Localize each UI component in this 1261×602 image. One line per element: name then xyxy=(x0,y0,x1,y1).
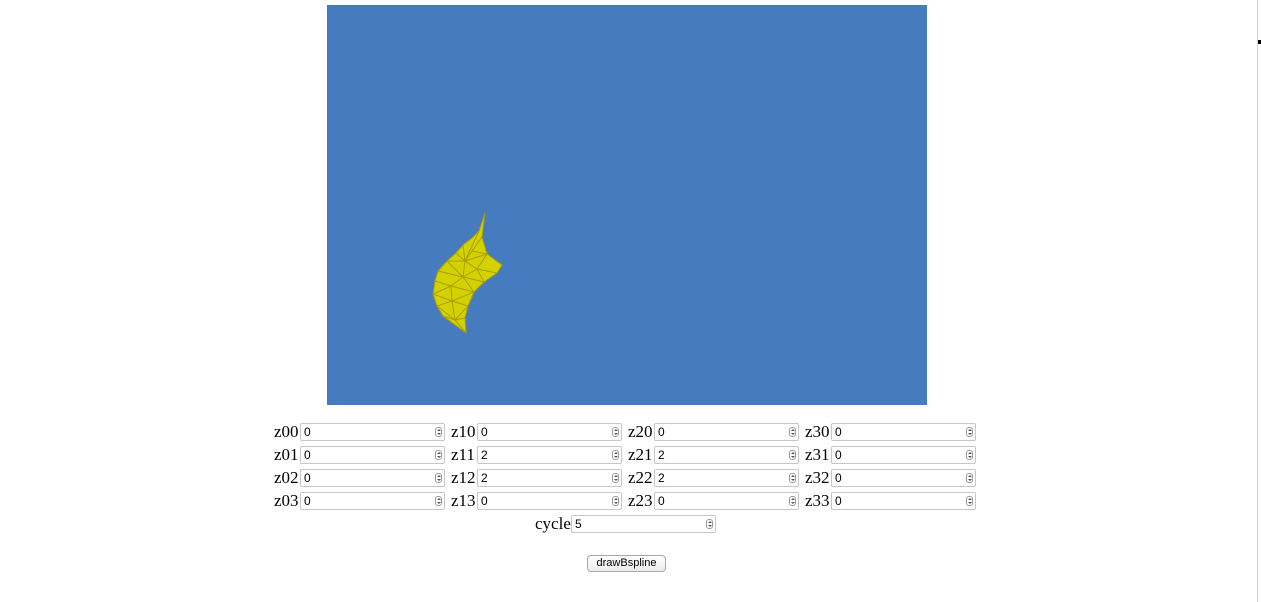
control-point-input[interactable]: 0 xyxy=(654,423,799,441)
webgl-canvas[interactable] xyxy=(327,5,927,405)
spinner-icon[interactable] xyxy=(966,496,973,506)
control-point-input[interactable]: 0 xyxy=(831,469,976,487)
bspline-surface-render xyxy=(432,212,503,335)
control-point-label: z13 xyxy=(451,491,476,510)
control-point-value: 0 xyxy=(304,425,311,439)
control-point-value: 2 xyxy=(658,448,665,462)
control-point-input[interactable]: 0 xyxy=(831,446,976,464)
control-point-input[interactable]: 0 xyxy=(300,492,445,510)
cycle-value: 5 xyxy=(575,517,582,531)
bspline-surface xyxy=(432,212,503,335)
control-point-label: z30 xyxy=(805,422,830,441)
control-point-value: 0 xyxy=(481,494,488,508)
spinner-icon[interactable] xyxy=(435,427,442,437)
control-point-input[interactable]: 0 xyxy=(477,423,622,441)
control-point-label: z31 xyxy=(805,445,830,464)
control-point-value: 2 xyxy=(658,471,665,485)
spinner-icon[interactable] xyxy=(706,519,713,529)
control-point-label: z11 xyxy=(451,445,475,464)
spinner-icon[interactable] xyxy=(789,473,796,483)
control-point-label: z01 xyxy=(274,445,299,464)
spinner-icon[interactable] xyxy=(966,450,973,460)
spinner-icon[interactable] xyxy=(435,450,442,460)
control-point-input[interactable]: 2 xyxy=(477,469,622,487)
control-point-value: 0 xyxy=(304,494,311,508)
cycle-input[interactable]: 5 xyxy=(571,515,716,533)
control-point-input[interactable]: 0 xyxy=(300,423,445,441)
control-point-input[interactable]: 0 xyxy=(654,492,799,510)
control-point-label: z12 xyxy=(451,468,476,487)
control-point-value: 2 xyxy=(481,471,488,485)
control-point-label: z22 xyxy=(628,468,653,487)
control-point-label: z02 xyxy=(274,468,299,487)
draw-bspline-button[interactable]: drawBspline xyxy=(587,555,666,572)
control-point-label: z33 xyxy=(805,491,830,510)
spinner-icon[interactable] xyxy=(612,473,619,483)
control-point-value: 0 xyxy=(835,425,842,439)
spinner-icon[interactable] xyxy=(789,496,796,506)
control-point-input[interactable]: 0 xyxy=(831,423,976,441)
spinner-icon[interactable] xyxy=(612,450,619,460)
spinner-icon[interactable] xyxy=(612,496,619,506)
control-point-value: 0 xyxy=(835,471,842,485)
spinner-icon[interactable] xyxy=(789,450,796,460)
control-point-value: 2 xyxy=(481,448,488,462)
control-point-value: 0 xyxy=(658,425,665,439)
control-point-value: 0 xyxy=(658,494,665,508)
control-point-value: 0 xyxy=(835,494,842,508)
control-point-value: 0 xyxy=(835,448,842,462)
cycle-label: cycle xyxy=(535,514,571,533)
control-point-value: 0 xyxy=(304,471,311,485)
spinner-icon[interactable] xyxy=(966,427,973,437)
control-point-label: z21 xyxy=(628,445,653,464)
control-point-input[interactable]: 0 xyxy=(300,469,445,487)
spinner-icon[interactable] xyxy=(435,473,442,483)
control-point-input[interactable]: 0 xyxy=(831,492,976,510)
control-point-label: z32 xyxy=(805,468,830,487)
control-point-input[interactable]: 2 xyxy=(654,446,799,464)
surface-fill xyxy=(432,212,503,335)
control-point-input[interactable]: 0 xyxy=(300,446,445,464)
spinner-icon[interactable] xyxy=(789,427,796,437)
control-point-input[interactable]: 0 xyxy=(477,492,622,510)
control-point-label: z00 xyxy=(274,422,299,441)
spinner-icon[interactable] xyxy=(435,496,442,506)
control-point-label: z03 xyxy=(274,491,299,510)
control-point-value: 0 xyxy=(481,425,488,439)
control-point-label: z20 xyxy=(628,422,653,441)
spinner-icon[interactable] xyxy=(966,473,973,483)
control-point-input[interactable]: 2 xyxy=(477,446,622,464)
control-point-label: z10 xyxy=(451,422,476,441)
control-point-label: z23 xyxy=(628,491,653,510)
control-point-input[interactable]: 2 xyxy=(654,469,799,487)
page-edge-divider xyxy=(1257,0,1258,602)
control-point-value: 0 xyxy=(304,448,311,462)
spinner-icon[interactable] xyxy=(612,427,619,437)
